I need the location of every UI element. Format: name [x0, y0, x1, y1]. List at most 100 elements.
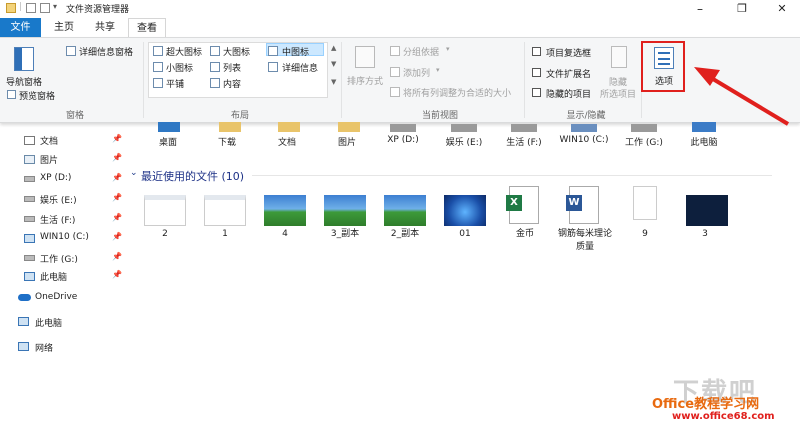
- tab-file[interactable]: 文件: [0, 18, 41, 38]
- sort-by-button[interactable]: 排序方式: [347, 74, 383, 87]
- nav-item-pictures[interactable]: 图片: [40, 153, 58, 166]
- drive-f-icon: [511, 124, 537, 132]
- recent-file-label[interactable]: 钢筋每米理论质量: [557, 228, 613, 254]
- item-checkboxes-checkbox[interactable]: [532, 47, 541, 56]
- drive-c-icon: [571, 124, 597, 132]
- tab-home[interactable]: 主页: [49, 18, 79, 38]
- layout-small[interactable]: 小图标: [166, 61, 193, 74]
- page-thumbnail[interactable]: [633, 186, 657, 220]
- details-icon: [268, 62, 278, 72]
- group-by-button[interactable]: 分组依据: [403, 45, 439, 58]
- layout-content[interactable]: 内容: [223, 77, 241, 90]
- nav-item-onedrive[interactable]: OneDrive: [35, 292, 77, 302]
- file-thumbnail[interactable]: [384, 195, 426, 226]
- ribbon-separator: [143, 42, 144, 118]
- quick-item-drive-e[interactable]: 娱乐 (E:): [434, 135, 494, 148]
- recent-file-label[interactable]: 3: [675, 228, 735, 241]
- excel-file-icon[interactable]: X: [506, 186, 539, 224]
- recent-files-chevron-icon[interactable]: ⌄: [130, 168, 138, 178]
- quick-item-pictures[interactable]: 图片: [317, 135, 377, 148]
- nav-item-drive-e[interactable]: 娱乐 (E:): [40, 193, 77, 206]
- details-pane-icon: [66, 46, 76, 56]
- quick-item-documents[interactable]: 文档: [257, 135, 317, 148]
- preview-pane-button[interactable]: 预览窗格: [19, 89, 55, 102]
- onedrive-icon: [18, 294, 31, 301]
- properties-icon[interactable]: [26, 3, 36, 13]
- quick-item-downloads[interactable]: 下载: [197, 135, 257, 148]
- layout-details[interactable]: 详细信息: [282, 61, 318, 74]
- pin-icon: 📌: [112, 270, 122, 279]
- recent-file-label[interactable]: 金币: [495, 228, 555, 241]
- word-file-icon[interactable]: W: [566, 186, 599, 224]
- pin-icon: 📌: [112, 134, 122, 143]
- details-pane-button[interactable]: 详细信息窗格: [79, 45, 133, 58]
- file-thumbnail[interactable]: [444, 195, 486, 226]
- quick-item-drive-d[interactable]: XP (D:): [373, 135, 433, 145]
- nav-pane-icon[interactable]: [14, 47, 34, 71]
- recent-file-label[interactable]: 1: [195, 228, 255, 241]
- file-extensions-checkbox[interactable]: [532, 68, 541, 77]
- quick-item-drive-c[interactable]: WIN10 (C:): [551, 135, 617, 145]
- new-folder-icon[interactable]: [40, 3, 50, 13]
- file-thumbnail[interactable]: [686, 195, 728, 226]
- list-icon: [210, 62, 220, 72]
- file-thumbnail[interactable]: [144, 195, 186, 226]
- folder-icon[interactable]: [6, 3, 16, 13]
- pictures-folder-icon: [338, 122, 360, 132]
- close-button[interactable]: ✕: [762, 0, 800, 18]
- fit-columns-button[interactable]: 将所有列调整为合适的大小: [403, 86, 511, 99]
- file-thumbnail[interactable]: [204, 195, 246, 226]
- quick-item-drive-g[interactable]: 工作 (G:): [614, 135, 674, 148]
- item-checkboxes-label[interactable]: 项目复选框: [546, 46, 591, 59]
- preview-pane-icon: [7, 90, 16, 99]
- recent-file-label[interactable]: 4: [255, 228, 315, 241]
- hidden-items-label[interactable]: 隐藏的项目: [546, 87, 591, 100]
- gallery-expand-icon[interactable]: ▼: [331, 78, 336, 86]
- large-icons-icon: [210, 46, 220, 56]
- recent-file-label[interactable]: 2_副本: [375, 228, 435, 241]
- add-column-icon: [390, 67, 400, 77]
- nav-item-drive-c[interactable]: WIN10 (C:): [40, 232, 89, 242]
- minimize-button[interactable]: –: [680, 0, 720, 18]
- maximize-button[interactable]: ❐: [722, 0, 762, 18]
- layout-list[interactable]: 列表: [223, 61, 241, 74]
- gallery-scroll-up-icon[interactable]: ▲: [331, 44, 336, 52]
- quick-item-desktop[interactable]: 桌面: [138, 135, 198, 148]
- recent-file-label[interactable]: 01: [435, 228, 495, 241]
- nav-pane-button[interactable]: 导航窗格: [6, 75, 42, 88]
- quick-item-this-pc[interactable]: 此电脑: [674, 135, 734, 148]
- recent-file-label[interactable]: 3_副本: [315, 228, 375, 241]
- qa-dropdown-icon[interactable]: ▾: [53, 2, 57, 11]
- drive-icon: [24, 255, 35, 261]
- layout-extra-large[interactable]: 超大图标: [166, 45, 202, 58]
- tab-view[interactable]: 查看: [128, 18, 166, 38]
- drive-g-icon: [631, 124, 657, 132]
- add-column-button[interactable]: 添加列: [403, 66, 430, 79]
- hidden-items-checkbox[interactable]: [532, 88, 541, 97]
- layout-large[interactable]: 大图标: [223, 45, 250, 58]
- network-icon: [18, 342, 29, 351]
- nav-item-drive-f[interactable]: 生活 (F:): [40, 213, 75, 226]
- nav-item-this-pc-pinned[interactable]: 此电脑: [40, 270, 67, 283]
- file-thumbnail[interactable]: [264, 195, 306, 226]
- nav-item-network[interactable]: 网络: [35, 341, 53, 354]
- nav-item-drive-g[interactable]: 工作 (G:): [40, 252, 78, 265]
- gallery-scroll-down-icon[interactable]: ▼: [331, 60, 336, 68]
- recent-file-label[interactable]: 2: [135, 228, 195, 241]
- nav-item-this-pc[interactable]: 此电脑: [35, 316, 62, 329]
- file-thumbnail[interactable]: [324, 195, 366, 226]
- nav-item-drive-d[interactable]: XP (D:): [40, 173, 71, 183]
- recent-file-label[interactable]: 9: [615, 228, 675, 241]
- layout-medium[interactable]: 中图标: [282, 45, 309, 58]
- tab-share[interactable]: 共享: [90, 18, 120, 38]
- documents-icon: [24, 136, 35, 145]
- layout-tiles[interactable]: 平铺: [166, 77, 184, 90]
- file-extensions-label[interactable]: 文件扩展名: [546, 67, 591, 80]
- quick-item-drive-f[interactable]: 生活 (F:): [494, 135, 554, 148]
- nav-item-documents[interactable]: 文档: [40, 134, 58, 147]
- pin-icon: 📌: [112, 232, 122, 241]
- extra-large-icons-icon: [153, 46, 163, 56]
- group-by-icon: [390, 46, 400, 56]
- recent-files-header[interactable]: 最近使用的文件 (10): [141, 168, 244, 184]
- hide-selected-button-line2[interactable]: 所选项目: [600, 87, 636, 100]
